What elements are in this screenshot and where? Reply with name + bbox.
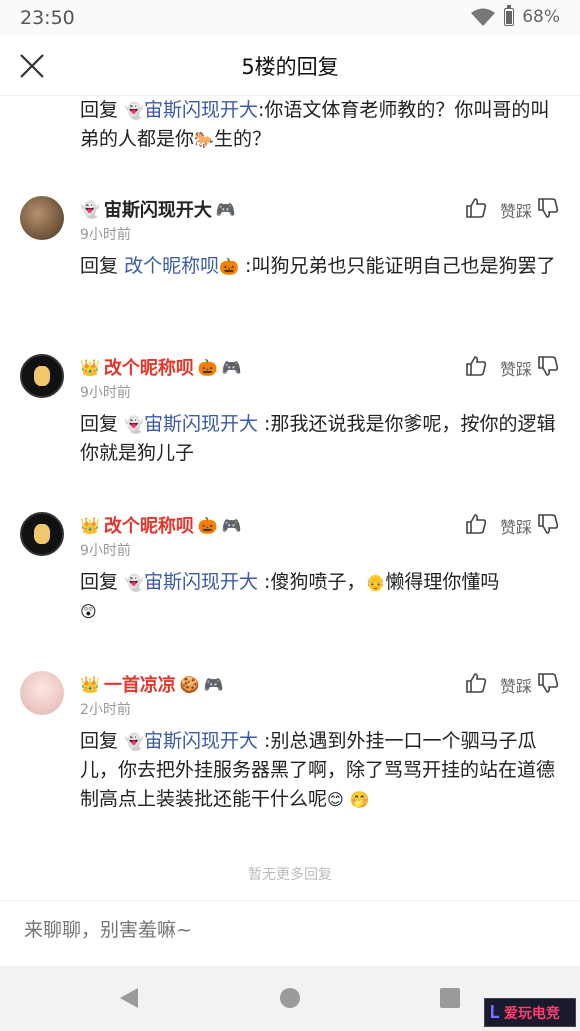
- timestamp: 9小时前: [80, 227, 131, 243]
- reply-text: 回复 👻宙斯闪现开大 :那我还说我是你爹呢，按你的逻辑你就是狗儿子: [0, 410, 580, 468]
- avatar[interactable]: [20, 354, 64, 398]
- comment-item: 👑 一首凉凉 🍪 🎮 2小时前 赞踩 回复 👻宙斯闪现开大 :别总遇到外挂一口一…: [0, 669, 580, 819]
- reply-text: 回复 👻宙斯闪现开大 :别总遇到外挂一口一个驷马子瓜儿，你去把外挂服务器黑了啊，…: [0, 727, 580, 814]
- gamepad-icon: 🎮: [203, 674, 224, 694]
- username[interactable]: 宙斯闪现开大: [104, 196, 212, 222]
- watermark-text: 爱玩电竞: [503, 1005, 560, 1022]
- watermark-logo: L 爱玩电竞: [484, 998, 576, 1027]
- like-dislike-label[interactable]: 赞踩: [500, 356, 532, 380]
- mention-link[interactable]: 改个昵称呗: [124, 255, 219, 277]
- reply-prefix: 回复: [80, 730, 119, 752]
- username-row: 👻 宙斯闪现开大 🎮: [80, 196, 236, 222]
- crown-icon: 👑: [80, 674, 100, 694]
- timestamp: 9小时前: [80, 385, 131, 401]
- reply-text: 回复 👻宙斯闪现开大 :傻狗喷子，👴懒得理你懂吗 😲: [0, 568, 580, 626]
- ghost-icon: 👻: [124, 573, 144, 592]
- ghost-icon: 👻: [124, 415, 144, 434]
- recent-apps-icon[interactable]: [440, 988, 460, 1008]
- avatar[interactable]: [20, 671, 64, 715]
- status-icons: 68%: [470, 5, 560, 27]
- comment-item: 👑 改个昵称呗 🎃 🎮 9小时前 赞踩 回复 👻宙斯闪现开大 :傻狗喷子，👴懒得…: [0, 510, 580, 621]
- reply-body: :叫狗兄弟也只能证明自己也是狗罢了: [245, 255, 556, 277]
- reply-prefix: 回复: [80, 571, 119, 593]
- reply-prefix: 回复: [80, 99, 119, 121]
- reply-prefix: 回复: [80, 255, 119, 277]
- ghost-icon: 👻: [124, 101, 144, 120]
- username-row: 👑 改个昵称呗 🎃 🎮: [80, 354, 242, 380]
- ghost-icon: 👻: [80, 199, 100, 219]
- reply-body-end: 生的？: [213, 128, 271, 150]
- comment-item: 👻 宙斯闪现开大 🎮 9小时前 赞踩 回复 改个昵称呗🎃 :叫狗兄弟也只能证明自…: [0, 194, 580, 304]
- thumbs-down-icon[interactable]: [536, 354, 560, 378]
- battery-level: 68%: [522, 7, 560, 27]
- timestamp: 9小时前: [80, 543, 131, 559]
- old-man-icon: 👴: [365, 573, 386, 592]
- thumbs-up-icon[interactable]: [464, 512, 488, 536]
- reply-text: 回复 改个昵称呗🎃 :叫狗兄弟也只能证明自己也是狗罢了: [0, 252, 580, 281]
- smile-face-icon: 😊: [327, 790, 344, 809]
- status-time: 23:50: [20, 7, 75, 29]
- thumbs-up-icon[interactable]: [464, 196, 488, 220]
- pumpkin-icon: 🎃: [197, 357, 218, 377]
- mention-link[interactable]: 宙斯闪现开大: [144, 571, 258, 593]
- crown-icon: 👑: [80, 515, 100, 535]
- pumpkin-icon: 🎃: [219, 257, 239, 276]
- reply-prefix: 回复: [80, 413, 119, 435]
- mention-link[interactable]: 宙斯闪现开大: [144, 413, 258, 435]
- cookie-icon: 🍪: [179, 674, 200, 694]
- thumbs-down-icon[interactable]: [536, 671, 560, 695]
- reply-list: 回复 👻宙斯闪现开大:你语文体育老师教的？你叫哥的叫弟的人都是你🐎生的？ 👻 宙…: [0, 96, 580, 900]
- pumpkin-icon: 🎃: [197, 515, 218, 535]
- avatar[interactable]: [20, 196, 64, 240]
- watermark-icon: L: [489, 1002, 500, 1023]
- like-dislike-label[interactable]: 赞踩: [500, 673, 532, 697]
- like-dislike-label[interactable]: 赞踩: [500, 514, 532, 538]
- comment-input[interactable]: [24, 919, 544, 941]
- username-row: 👑 一首凉凉 🍪 🎮: [80, 671, 224, 697]
- hand-over-mouth-icon: 🤭: [349, 790, 370, 809]
- avatar[interactable]: [20, 512, 64, 556]
- mention-link[interactable]: 宙斯闪现开大: [144, 99, 258, 121]
- thumbs-down-icon[interactable]: [536, 196, 560, 220]
- reply-body: :傻狗喷子，: [264, 571, 366, 593]
- comment-item: 👑 改个昵称呗 🎃 🎮 9小时前 赞踩 回复 👻宙斯闪现开大 :那我还说我是你爹…: [0, 352, 580, 464]
- username-row: 👑 改个昵称呗 🎃 🎮: [80, 512, 242, 538]
- thumbs-down-icon[interactable]: [536, 512, 560, 536]
- no-more-replies: 暂无更多回复: [248, 867, 332, 883]
- ghost-icon: 👻: [124, 732, 144, 751]
- gamepad-icon: 🎮: [221, 515, 242, 535]
- thumbs-up-icon[interactable]: [464, 671, 488, 695]
- username[interactable]: 改个昵称呗: [104, 512, 194, 538]
- page-title: 5楼的回复: [241, 55, 339, 79]
- astonished-face-icon: 😲: [80, 602, 97, 621]
- username[interactable]: 改个昵称呗: [104, 354, 194, 380]
- status-bar: 23:50 68%: [0, 0, 580, 36]
- header: 5楼的回复: [0, 36, 580, 96]
- home-icon[interactable]: [280, 988, 300, 1008]
- like-dislike-label[interactable]: 赞踩: [500, 198, 532, 222]
- timestamp: 2小时前: [80, 702, 131, 718]
- battery-icon: [504, 5, 515, 26]
- crown-icon: 👑: [80, 357, 100, 377]
- wifi-icon: [471, 8, 496, 26]
- thumbs-up-icon[interactable]: [464, 354, 488, 378]
- horse-icon: 🐎: [194, 130, 214, 149]
- comment-input-bar: [0, 900, 580, 966]
- back-icon[interactable]: [118, 986, 140, 1010]
- gamepad-icon: 🎮: [215, 199, 236, 219]
- reply-text: 回复 👻宙斯闪现开大:你语文体育老师教的？你叫哥的叫弟的人都是你🐎生的？: [0, 96, 580, 154]
- username[interactable]: 一首凉凉: [104, 671, 176, 697]
- reply-body-end: 懒得理你懂吗: [385, 571, 500, 593]
- mention-link[interactable]: 宙斯闪现开大: [144, 730, 258, 752]
- gamepad-icon: 🎮: [221, 357, 242, 377]
